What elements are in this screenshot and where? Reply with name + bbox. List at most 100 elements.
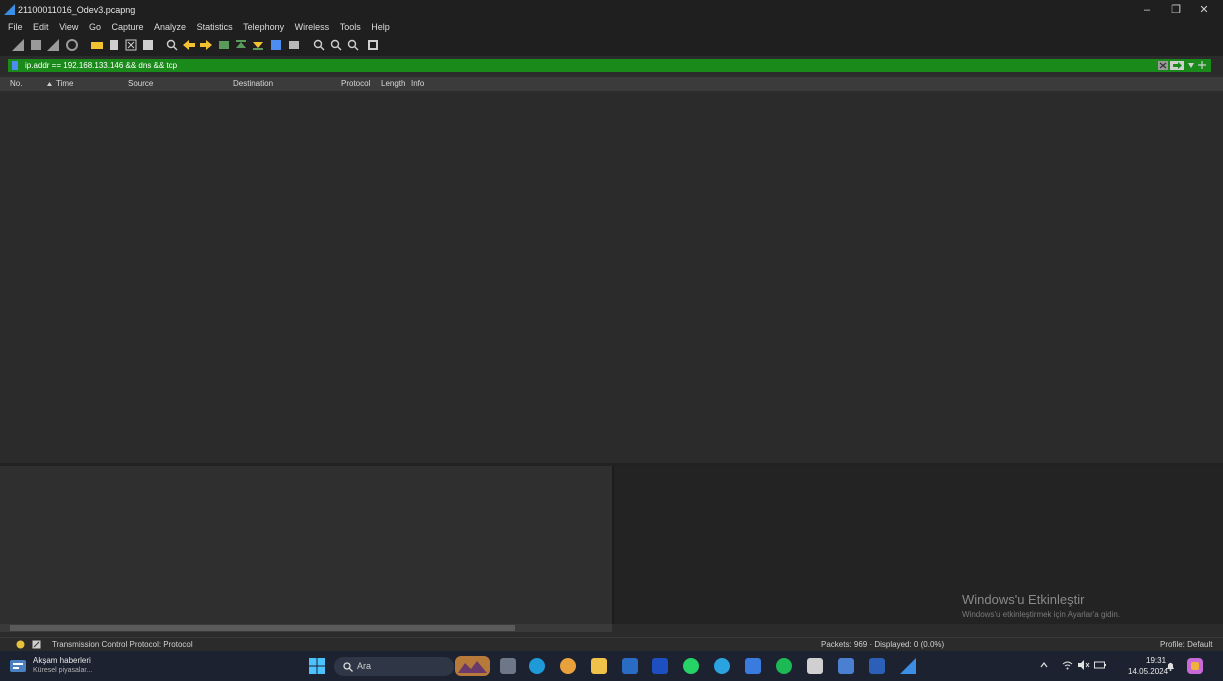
todo-check-icon[interactable] [745, 658, 761, 674]
status-packets: Packets: 969 · Displayed: 0 (0.0%) [821, 640, 945, 649]
close-file-icon[interactable] [125, 39, 137, 51]
wireshark-icon [4, 4, 15, 15]
close-button[interactable]: ✕ [1190, 2, 1218, 18]
minimize-button[interactable]: – [1133, 2, 1161, 18]
task-view-icon[interactable] [500, 658, 516, 674]
sort-ascending-icon [47, 82, 52, 86]
file-explorer-icon[interactable] [591, 658, 607, 674]
volume-muted-icon[interactable] [1078, 660, 1090, 670]
chrome-browser-icon[interactable] [560, 658, 576, 674]
wireshark-taskbar-icon[interactable] [900, 658, 916, 674]
battery-icon[interactable] [1094, 660, 1106, 670]
wifi-icon[interactable] [1062, 660, 1073, 670]
title-bar: 21100011016_Odev3.pcapng – ❐ ✕ [0, 0, 1223, 20]
packet-bytes-pane[interactable] [614, 466, 1223, 624]
open-file-icon[interactable] [91, 39, 103, 51]
menu-go[interactable]: Go [85, 20, 105, 34]
stop-capture-icon[interactable] [30, 39, 42, 51]
menu-wireless[interactable]: Wireless [291, 20, 334, 34]
restore-button[interactable]: ❐ [1162, 2, 1190, 18]
save-file-icon[interactable] [108, 39, 120, 51]
colorize-icon[interactable] [288, 39, 300, 51]
resize-columns-icon[interactable] [367, 39, 379, 51]
add-filter-button-icon[interactable] [1198, 61, 1206, 69]
main-toolbar [0, 34, 1223, 56]
last-packet-icon[interactable] [252, 39, 264, 51]
capture-comment-icon[interactable] [32, 640, 41, 649]
clock-date[interactable]: 14.05.2024 [1128, 667, 1168, 676]
start-capture-icon[interactable] [12, 39, 24, 51]
menu-analyze[interactable]: Analyze [150, 20, 190, 34]
column-header-source[interactable]: Source [128, 79, 153, 88]
chevron-up-icon[interactable] [1040, 662, 1048, 668]
news-widget-subtitle[interactable]: Küresel piyasalar... [33, 667, 92, 674]
telegram-icon[interactable] [714, 658, 730, 674]
taskbar-search-box[interactable]: Ara [334, 657, 454, 676]
horizontal-scrollbar[interactable] [0, 624, 612, 632]
filter-bookmark-icon[interactable] [12, 61, 18, 70]
display-filter-input[interactable]: ip.addr == 192.168.133.146 && dns && tcp [8, 59, 1211, 72]
letter-l-app-icon[interactable] [652, 658, 668, 674]
edge-browser-icon[interactable] [529, 658, 545, 674]
news-widget-icon[interactable] [10, 659, 26, 673]
activation-watermark-title: Windows'u Etkinleştir [962, 592, 1085, 607]
microsoft-store-icon[interactable] [622, 658, 638, 674]
whatsapp-icon[interactable] [683, 658, 699, 674]
column-header-protocol[interactable]: Protocol [341, 79, 370, 88]
copilot-icon[interactable] [1186, 657, 1204, 675]
app-tile-icon[interactable] [807, 658, 823, 674]
restart-capture-icon[interactable] [47, 39, 59, 51]
menu-file[interactable]: File [0, 20, 27, 34]
display-filter-text[interactable]: ip.addr == 192.168.133.146 && dns && tcp [25, 61, 177, 70]
menu-edit[interactable]: Edit [29, 20, 53, 34]
scrollbar-thumb[interactable] [10, 625, 515, 631]
search-icon [343, 662, 353, 672]
capture-options-icon[interactable] [66, 39, 78, 51]
apply-filter-icon[interactable] [1170, 61, 1184, 70]
notes-app-icon[interactable] [838, 658, 854, 674]
normal-size-icon[interactable] [347, 39, 359, 51]
expert-info-icon[interactable] [16, 640, 25, 649]
autoscroll-icon[interactable] [270, 39, 282, 51]
window-title: 21100011016_Odev3.pcapng [18, 5, 136, 15]
windows-taskbar: Akşam haberleri Küresel piyasalar... Ara… [0, 651, 1223, 681]
notification-bell-icon[interactable] [1166, 661, 1175, 671]
go-forward-icon[interactable] [200, 39, 212, 51]
clock-time[interactable]: 19:31 [1146, 656, 1166, 665]
column-header-info[interactable]: Info [411, 79, 424, 88]
spotify-icon[interactable] [776, 658, 792, 674]
find-packet-icon[interactable] [166, 39, 178, 51]
menu-bar: File Edit View Go Capture Analyze Statis… [0, 20, 1223, 34]
zoom-out-icon[interactable] [330, 39, 342, 51]
display-filter-bar: ip.addr == 192.168.133.146 && dns && tcp [0, 58, 1223, 73]
status-field-info: Transmission Control Protocol: Protocol [52, 640, 193, 649]
first-packet-icon[interactable] [235, 39, 247, 51]
search-highlight-icon[interactable] [455, 656, 490, 676]
status-bar: Transmission Control Protocol: Protocol … [0, 637, 1223, 651]
menu-tools[interactable]: Tools [336, 20, 365, 34]
menu-capture[interactable]: Capture [107, 20, 147, 34]
menu-help[interactable]: Help [367, 20, 394, 34]
column-header-time[interactable]: Time [56, 79, 73, 88]
column-header-length[interactable]: Length [381, 79, 405, 88]
filter-history-icon[interactable] [1188, 63, 1194, 68]
go-to-packet-icon[interactable] [218, 39, 230, 51]
taskbar-search-text[interactable]: Ara [357, 661, 371, 671]
zoom-in-icon[interactable] [313, 39, 325, 51]
packet-list[interactable] [0, 91, 1223, 463]
packet-details-pane[interactable] [0, 466, 612, 624]
windows-start-icon[interactable] [309, 658, 325, 674]
column-header-destination[interactable]: Destination [233, 79, 273, 88]
menu-telephony[interactable]: Telephony [239, 20, 288, 34]
menu-view[interactable]: View [55, 20, 82, 34]
news-widget-title[interactable]: Akşam haberleri [33, 656, 91, 665]
word-icon[interactable] [869, 658, 885, 674]
clear-filter-icon[interactable] [1158, 61, 1168, 70]
packet-list-header: No. Time Source Destination Protocol Len… [0, 77, 1223, 92]
column-header-no[interactable]: No. [10, 79, 22, 88]
status-profile[interactable]: Profile: Default [1160, 640, 1212, 649]
menu-statistics[interactable]: Statistics [193, 20, 237, 34]
activation-watermark-text: Windows'u etkinleştirmek için Ayarlar'a … [962, 610, 1121, 619]
reload-file-icon[interactable] [142, 39, 154, 51]
go-back-icon[interactable] [183, 39, 195, 51]
